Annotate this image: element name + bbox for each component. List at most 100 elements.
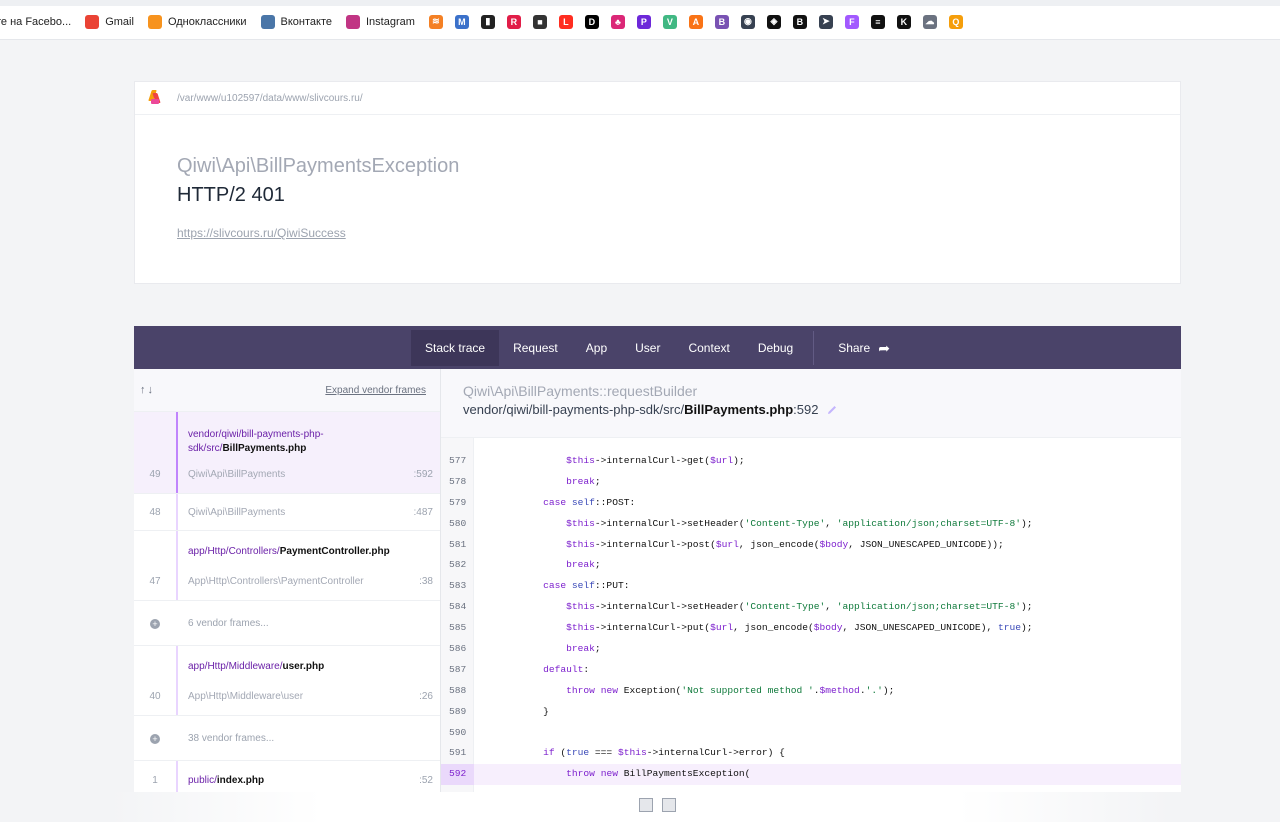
bookmark-bootstrap[interactable]: B <box>714 14 729 29</box>
frame-number: 1 <box>152 775 158 786</box>
tab-user[interactable]: User <box>621 330 674 366</box>
exception-message: HTTP/2 401 <box>177 184 285 206</box>
bookmark-dev[interactable]: D <box>584 14 599 29</box>
tab-request[interactable]: Request <box>499 330 572 366</box>
frame-number: 47 <box>149 576 161 587</box>
frame-number: 40 <box>149 691 161 702</box>
tab-divider <box>813 330 815 365</box>
bookmark-mdb[interactable]: M <box>454 14 469 29</box>
ai-icon: A <box>688 14 703 29</box>
bookmark-ai[interactable]: A <box>688 14 703 29</box>
bookmark-figma[interactable]: F <box>844 14 859 29</box>
chat-icon: ☁ <box>922 14 937 29</box>
code-line: 578 break; <box>441 472 1181 493</box>
highlighted-code-line: 592 throw new BillPaymentsException( <box>441 764 1181 786</box>
line-source: throw new Exception('Not supported metho… <box>566 684 895 696</box>
figma-icon: F <box>844 14 859 29</box>
frame-line: :592 <box>413 469 433 480</box>
line-number: 588 <box>449 684 467 696</box>
expand-vendor-frames-link[interactable]: Expand vendor frames <box>325 385 426 396</box>
bottom-strip <box>0 792 1280 822</box>
bookmark-search-circle[interactable]: Q <box>948 14 963 29</box>
bc-icon: B <box>792 14 807 29</box>
frame-class: App\Http\Middleware\user <box>188 691 304 702</box>
stack-frame[interactable]: vendor/qiwi/bill-payments-php-sdk/src/Bi… <box>134 412 440 494</box>
bookmark-laravel[interactable]: L <box>558 14 573 29</box>
expand-plus-icon: + <box>150 733 160 744</box>
bookmark-kodi[interactable]: K <box>896 14 911 29</box>
tab-context[interactable]: Context <box>674 330 743 366</box>
stack-icon: ≡ <box>870 14 885 29</box>
vk-icon <box>260 14 275 29</box>
app-path: /var/www/u102597/data/www/slivcours.ru/ <box>177 92 363 104</box>
frame-line: :38 <box>419 576 433 587</box>
frame-file: app/Http/Controllers/PaymentController.p… <box>188 546 390 557</box>
frame-navigation-icon[interactable]: ↑↓ <box>140 384 155 396</box>
broken-image-icon <box>662 798 676 812</box>
request-url-link[interactable]: https://slivcours.ru/QiwiSuccess <box>177 226 346 240</box>
line-source: $this->internalCurl->setHeader('Content-… <box>566 601 1033 613</box>
stack-frame[interactable]: public/index.php 1:52 <box>134 761 440 792</box>
code-line: 584 $this->internalCurl->setHeader('Cont… <box>441 597 1181 618</box>
line-source: $this->internalCurl->put($url, json_enco… <box>566 622 1033 634</box>
search-circle-icon: Q <box>948 14 963 29</box>
bookmark-globe[interactable]: ◉ <box>740 14 755 29</box>
instagram-icon <box>345 14 360 29</box>
tab-app[interactable]: App <box>572 330 621 366</box>
line-number: 578 <box>449 475 467 487</box>
line-number: 579 <box>449 496 467 508</box>
bookmark-ok[interactable]: Одноклассники <box>147 14 247 29</box>
line-source: throw new BillPaymentsException( <box>566 768 751 780</box>
collapsed-vendor-frames[interactable]: +6 vendor frames... <box>134 601 440 646</box>
expand-plus-icon: + <box>150 618 160 629</box>
bookmark-stack[interactable]: ≡ <box>870 14 885 29</box>
tab-debug[interactable]: Debug <box>744 330 807 366</box>
frame-file: public/index.php <box>188 775 265 786</box>
line-source: break; <box>566 643 601 655</box>
frame-marker <box>176 531 178 600</box>
bookmark-hat[interactable]: ♣ <box>610 14 625 29</box>
code-lines: 577 $this->internalCurl->get($url); 578 b… <box>441 451 1181 786</box>
code-line: 589 } <box>441 702 1181 723</box>
code-line: 585 $this->internalCurl->put($url, json_… <box>441 618 1181 639</box>
collapsed-vendor-frames[interactable]: +38 vendor frames... <box>134 716 440 761</box>
bookmark-instagram[interactable]: Instagram <box>345 14 415 29</box>
bookmark-repo[interactable]: R <box>506 14 521 29</box>
kodi-icon: K <box>896 14 911 29</box>
bookmark-gmail[interactable]: Gmail <box>85 14 134 29</box>
code-line: 582 break; <box>441 555 1181 576</box>
tab-bar: Stack trace Request App User Context Debug Sh… <box>134 326 1181 369</box>
code-snippet-panel: Qiwi\Api\BillPayments::requestBuilder ve… <box>441 369 1181 792</box>
edit-pencil-icon[interactable] <box>826 404 838 416</box>
line-number: 586 <box>449 643 467 655</box>
frame-marker <box>176 412 178 493</box>
bookmark-codepen[interactable]: ◈ <box>766 14 781 29</box>
bookmark-vue[interactable]: V <box>662 14 677 29</box>
stack-frame[interactable]: app/Http/Middleware/user.php 40 App\Http\M… <box>134 646 440 716</box>
bookmark-vk[interactable]: Вконтакте <box>260 14 332 29</box>
bookmark-bc[interactable]: B <box>792 14 807 29</box>
bookmark-php[interactable]: P <box>636 14 651 29</box>
line-source: $this->internalCurl->post($url, json_enc… <box>566 538 1004 550</box>
code-line: 586 break; <box>441 639 1181 660</box>
line-number: 584 <box>449 601 467 613</box>
bookmark-telegram[interactable]: ➤ <box>818 14 833 29</box>
stack-frame[interactable]: app/Http/Controllers/PaymentController.p… <box>134 531 440 601</box>
code-line: 583 case self::PUT: <box>441 576 1181 597</box>
line-number: 583 <box>449 580 467 592</box>
bookmark-bookmark[interactable]: ▮ <box>480 14 495 29</box>
share-label: Share <box>838 340 871 355</box>
tab-stack-trace[interactable]: Stack trace <box>411 329 500 366</box>
stack-frame[interactable]: 48 Qiwi\Api\BillPayments:487 <box>134 494 440 531</box>
bookmark-square[interactable]: ■ <box>532 14 547 29</box>
line-number: 582 <box>449 559 467 571</box>
bookmark-facebook[interactable]: те на Facebo... <box>0 16 71 28</box>
bookmark-chat[interactable]: ☁ <box>922 14 937 29</box>
dev-icon: D <box>584 14 599 29</box>
line-source: break; <box>566 475 601 487</box>
share-arrow-icon: ➦ <box>878 339 890 356</box>
bookmark-stackoverflow[interactable]: ≋ <box>428 14 443 29</box>
bookmark-label: Одноклассники <box>167 15 247 28</box>
share-button[interactable]: Share ➦ <box>824 330 904 366</box>
line-source: case self::POST: <box>543 496 636 508</box>
